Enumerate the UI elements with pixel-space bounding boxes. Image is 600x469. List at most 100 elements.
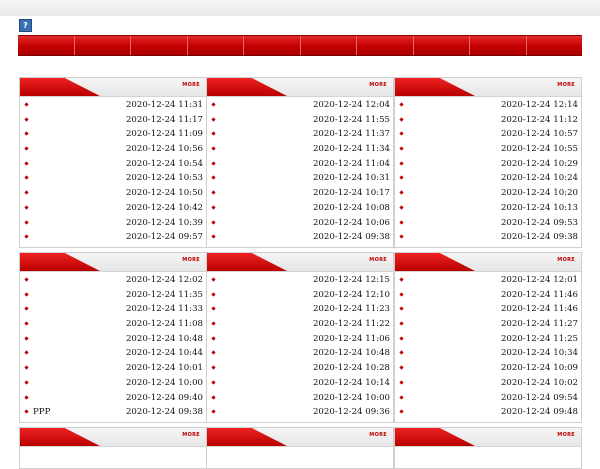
list-item[interactable]: 2020-12-24 09:53 xyxy=(395,216,581,231)
nav-item[interactable] xyxy=(75,36,131,55)
list-item[interactable]: 2020-12-24 10:44 xyxy=(20,346,206,361)
more-link[interactable]: MORE xyxy=(369,82,387,88)
list-item[interactable]: 2020-12-24 10:02 xyxy=(395,376,581,391)
list-item[interactable]: 2020-12-24 11:33 xyxy=(20,302,206,317)
list-item[interactable]: 2020-12-24 11:12 xyxy=(395,113,581,128)
list-item[interactable]: 2020-12-24 10:14 xyxy=(207,376,393,391)
nav-item[interactable] xyxy=(18,36,75,55)
nav-item[interactable] xyxy=(527,36,583,55)
list-item[interactable]: 2020-12-24 10:08 xyxy=(207,201,393,216)
bullet-icon xyxy=(399,409,404,414)
list-item[interactable]: 2020-12-24 10:56 xyxy=(20,142,206,157)
list-item[interactable]: 2020-12-24 10:17 xyxy=(207,186,393,201)
list-item[interactable]: 2020-12-24 11:08 xyxy=(20,317,206,332)
panel-header-tab xyxy=(207,428,287,446)
list-item[interactable]: 2020-12-24 11:31 xyxy=(20,98,206,113)
bullet-icon xyxy=(399,321,404,326)
list-item[interactable]: 2020-12-24 11:09 xyxy=(20,127,206,142)
list-item[interactable]: 2020-12-24 11:37 xyxy=(207,127,393,142)
list-item[interactable]: 2020-12-24 11:46 xyxy=(395,288,581,303)
list-item[interactable]: 2020-12-24 10:42 xyxy=(20,201,206,216)
list-item[interactable]: 2020-12-24 11:22 xyxy=(207,317,393,332)
list-item[interactable]: 2020-12-24 10:57 xyxy=(395,127,581,142)
help-icon[interactable]: ? xyxy=(19,19,32,32)
more-link[interactable]: MORE xyxy=(182,432,200,438)
list-item[interactable]: 2020-12-24 11:17 xyxy=(20,113,206,128)
nav-item[interactable] xyxy=(357,36,414,55)
list-item[interactable]: 2020-12-24 12:02 xyxy=(20,273,206,288)
nav-item[interactable] xyxy=(301,36,357,55)
more-link[interactable]: MORE xyxy=(182,257,200,263)
panel-list: 2020-12-24 12:01 2020-12-24 11:46 2020-12-… xyxy=(395,272,581,420)
list-item[interactable]: 2020-12-24 09:48 xyxy=(395,405,581,420)
more-link[interactable]: MORE xyxy=(557,257,575,263)
list-item-time: 2020-12-24 10:20 xyxy=(500,188,578,199)
list-item[interactable]: 2020-12-24 09:57 xyxy=(20,230,206,245)
list-item[interactable]: 2020-12-24 11:04 xyxy=(207,157,393,172)
list-item[interactable]: 2020-12-24 10:55 xyxy=(395,142,581,157)
list-item-time: 2020-12-24 09:38 xyxy=(125,407,203,418)
list-item[interactable]: 2020-12-24 11:55 xyxy=(207,113,393,128)
list-item[interactable]: 2020-12-24 11:35 xyxy=(20,288,206,303)
bullet-icon xyxy=(399,365,404,370)
list-item[interactable]: 2020-12-24 11:27 xyxy=(395,317,581,332)
list-item[interactable]: 2020-12-24 10:31 xyxy=(207,171,393,186)
bullet-icon xyxy=(24,277,29,282)
list-item[interactable]: 2020-12-24 10:39 xyxy=(20,216,206,231)
list-item[interactable]: 2020-12-24 09:38 xyxy=(395,230,581,245)
list-item[interactable]: 2020-12-24 09:36 xyxy=(207,405,393,420)
list-item[interactable]: 2020-12-24 09:40 xyxy=(20,391,206,406)
panel-header-tab xyxy=(395,78,475,96)
list-item-title[interactable]: PPP xyxy=(33,407,50,417)
list-item[interactable]: 2020-12-24 12:15 xyxy=(207,273,393,288)
list-item[interactable]: 2020-12-24 12:04 xyxy=(207,98,393,113)
list-item-time: 2020-12-24 10:53 xyxy=(125,173,203,184)
list-item[interactable]: 2020-12-24 10:01 xyxy=(20,361,206,376)
list-item[interactable]: 2020-12-24 10:00 xyxy=(207,391,393,406)
list-item[interactable]: 2020-12-24 10:34 xyxy=(395,346,581,361)
list-item-time: 2020-12-24 11:12 xyxy=(500,114,578,125)
list-item[interactable]: PPP 2020-12-24 09:38 xyxy=(20,405,206,420)
nav-item[interactable] xyxy=(188,36,244,55)
list-item[interactable]: 2020-12-24 10:09 xyxy=(395,361,581,376)
more-link[interactable]: MORE xyxy=(557,82,575,88)
more-link[interactable]: MORE xyxy=(182,82,200,88)
panel-header: MORE xyxy=(395,78,581,97)
list-item[interactable]: 2020-12-24 11:46 xyxy=(395,302,581,317)
list-item[interactable]: 2020-12-24 09:54 xyxy=(395,391,581,406)
more-link[interactable]: MORE xyxy=(557,432,575,438)
list-item[interactable]: 2020-12-24 10:13 xyxy=(395,201,581,216)
list-item[interactable]: 2020-12-24 10:54 xyxy=(20,157,206,172)
list-item[interactable]: 2020-12-24 12:01 xyxy=(395,273,581,288)
bullet-icon xyxy=(24,219,29,225)
bullet-icon xyxy=(211,161,216,166)
nav-item[interactable] xyxy=(414,36,470,55)
nav-item[interactable] xyxy=(470,36,527,55)
list-item[interactable]: 2020-12-24 10:48 xyxy=(207,346,393,361)
list-item[interactable]: 2020-12-24 10:29 xyxy=(395,157,581,172)
list-item[interactable]: 2020-12-24 10:28 xyxy=(207,361,393,376)
more-link[interactable]: MORE xyxy=(369,257,387,263)
list-item[interactable]: 2020-12-24 10:00 xyxy=(20,376,206,391)
list-item[interactable]: 2020-12-24 11:23 xyxy=(207,302,393,317)
list-item[interactable]: 2020-12-24 10:24 xyxy=(395,171,581,186)
list-item[interactable]: 2020-12-24 10:48 xyxy=(20,332,206,347)
list-item[interactable]: 2020-12-24 09:38 xyxy=(207,230,393,245)
more-link[interactable]: MORE xyxy=(369,432,387,438)
list-item[interactable]: 2020-12-24 11:25 xyxy=(395,332,581,347)
list-item[interactable]: 2020-12-24 11:06 xyxy=(207,332,393,347)
list-item-time: 2020-12-24 10:44 xyxy=(125,348,203,359)
list-item[interactable]: 2020-12-24 12:10 xyxy=(207,288,393,303)
bullet-icon xyxy=(24,146,29,151)
list-item[interactable]: 2020-12-24 11:34 xyxy=(207,142,393,157)
list-item-time: 2020-12-24 11:31 xyxy=(125,100,203,110)
bullet-icon xyxy=(399,146,404,151)
list-item[interactable]: 2020-12-24 12:14 xyxy=(395,98,581,113)
list-item[interactable]: 2020-12-24 10:53 xyxy=(20,171,206,186)
nav-item[interactable] xyxy=(131,36,188,55)
nav-item[interactable] xyxy=(244,36,301,55)
list-item[interactable]: 2020-12-24 10:50 xyxy=(20,186,206,201)
list-item[interactable]: 2020-12-24 10:06 xyxy=(207,216,393,231)
news-panel: MORE 2020-12-24 11:31 2020-12-24 11:17 2020… xyxy=(19,77,207,248)
list-item[interactable]: 2020-12-24 10:20 xyxy=(395,186,581,201)
